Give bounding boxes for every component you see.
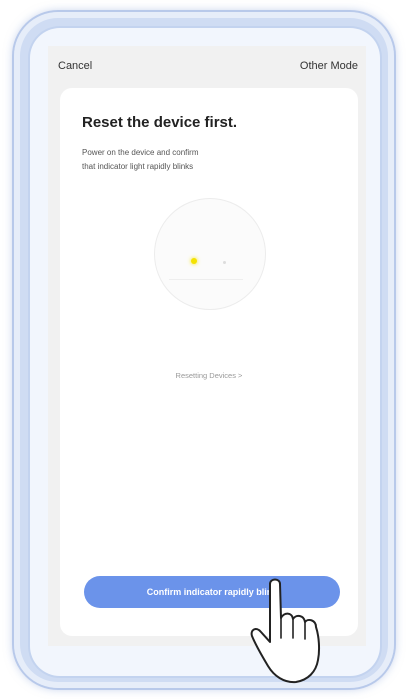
device-icon — [154, 198, 266, 310]
reset-card: Reset the device first. Power on the dev… — [60, 88, 358, 636]
instruction-text: Power on the device and confirm that ind… — [82, 146, 302, 174]
other-mode-button[interactable]: Other Mode — [300, 60, 358, 72]
instruction-line-1: Power on the device and confirm — [82, 148, 199, 157]
device-outline — [169, 279, 243, 280]
indicator-light-icon — [191, 258, 197, 264]
page-title: Reset the device first. — [82, 114, 238, 131]
top-bar: Cancel Other Mode — [48, 60, 366, 80]
resetting-devices-link[interactable]: Resetting Devices > — [60, 371, 358, 380]
app-screen: Cancel Other Mode Reset the device first… — [48, 46, 366, 646]
hand-pointer-icon — [250, 578, 321, 684]
instruction-line-2: that indicator light rapidly blinks — [82, 162, 194, 171]
device-detail — [223, 261, 226, 264]
device-illustration — [84, 188, 336, 318]
cancel-button[interactable]: Cancel — [58, 60, 92, 72]
